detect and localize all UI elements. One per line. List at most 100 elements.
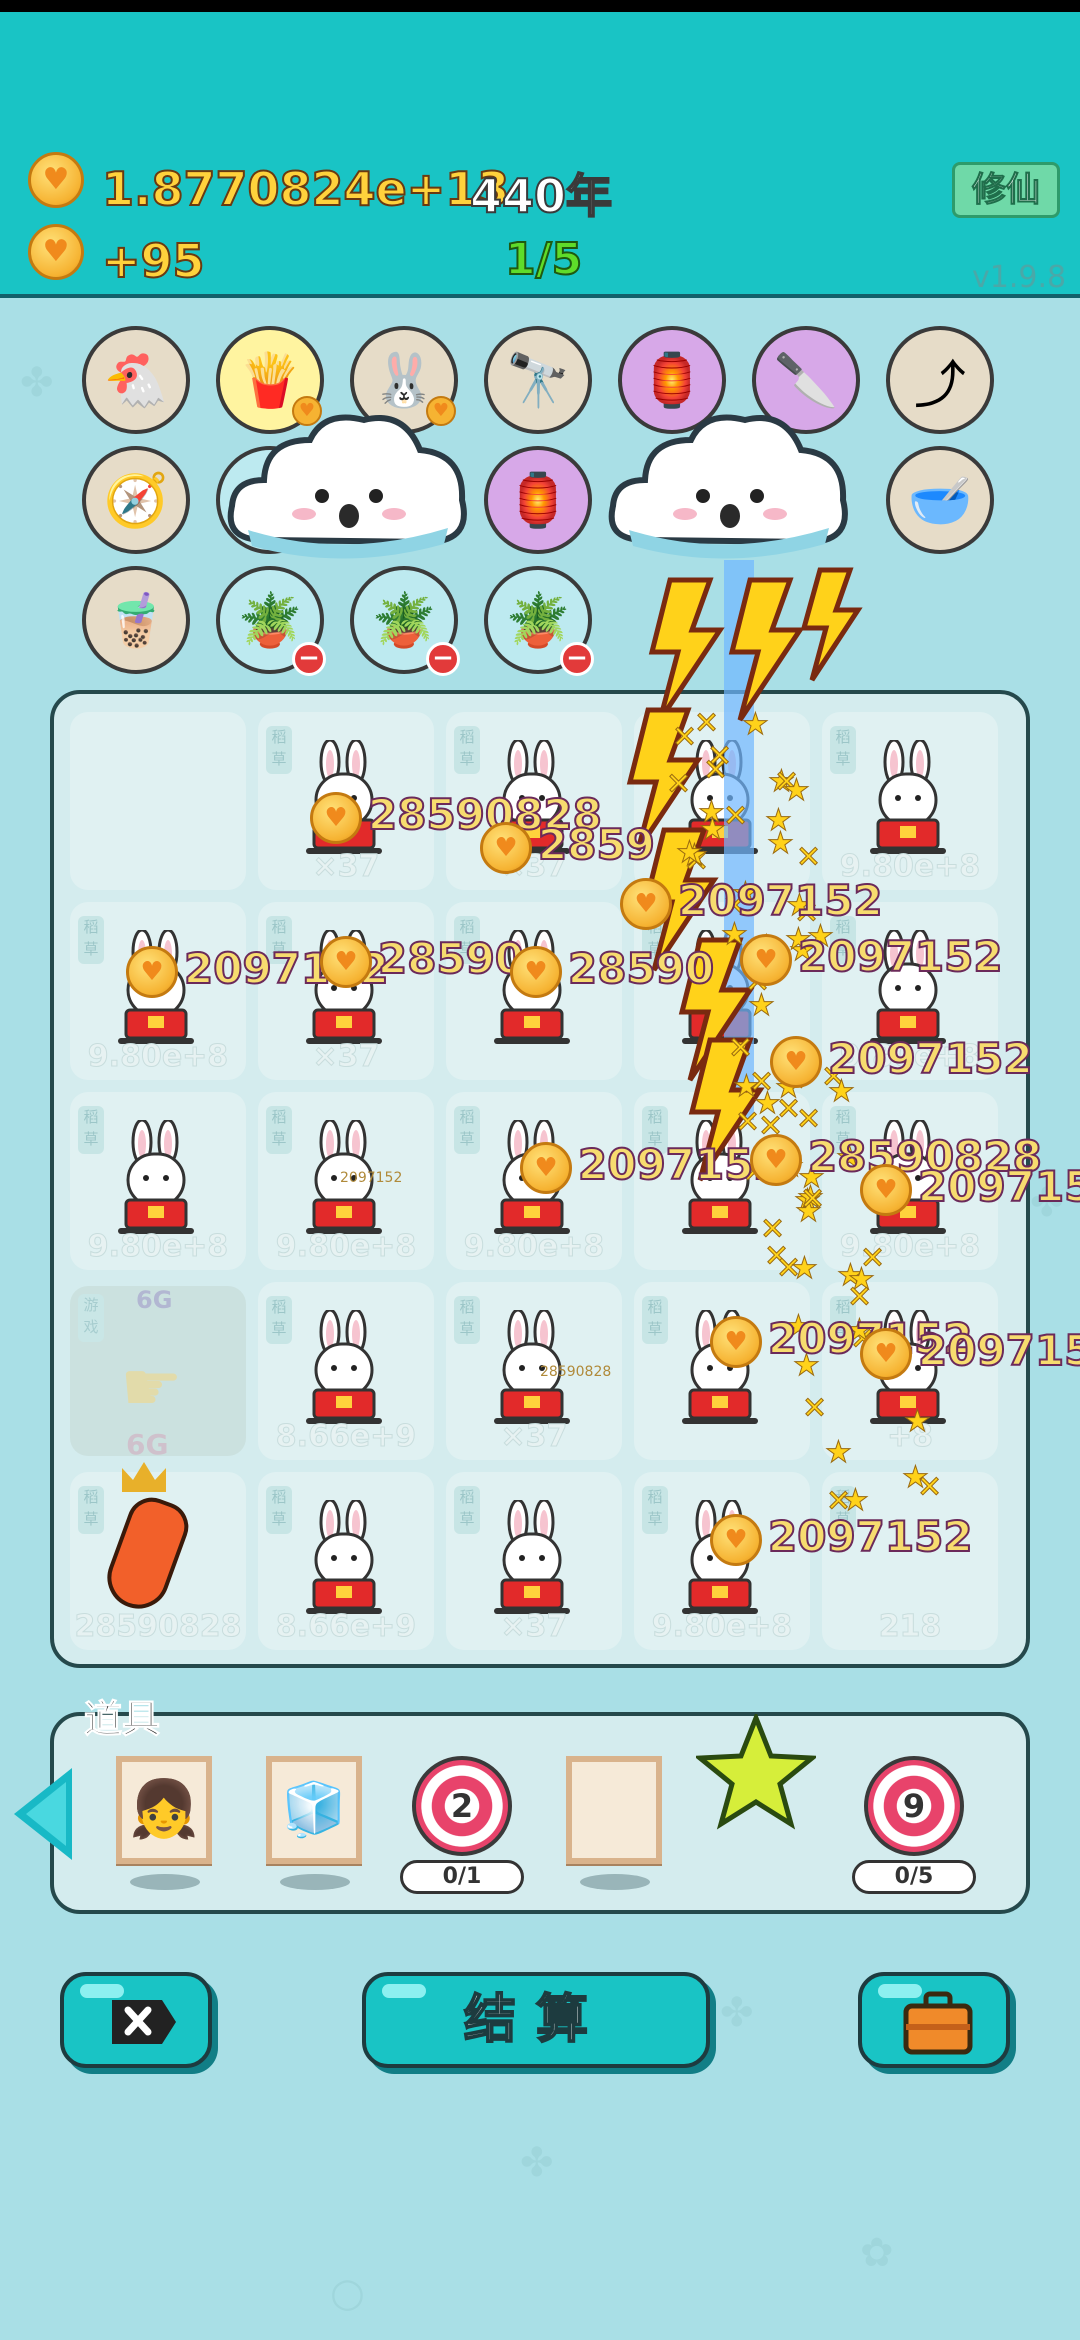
coin-icon: [310, 792, 362, 844]
dog-bowl-icon[interactable]: 🥣: [886, 446, 994, 554]
sparkle-star-icon: ✕: [727, 1031, 754, 1067]
background-decoration: ✿: [860, 2230, 894, 2276]
coin-icon: [480, 822, 532, 874]
coin-icon: [710, 1316, 762, 1368]
left-arrow-icon: [26, 1782, 66, 1846]
coin-icon: [28, 152, 84, 208]
money-total: 1.8770824e+13: [101, 161, 510, 217]
minus-badge-icon: −: [426, 642, 460, 676]
board-cell[interactable]: [70, 712, 246, 890]
reward-number: 2097152: [827, 1033, 1034, 1084]
cell-level-badge: 6G: [136, 1286, 173, 1314]
flower-pot-icon[interactable]: 🪴 −: [350, 566, 460, 676]
coin-icon: [770, 1036, 822, 1088]
bunny-icon: [118, 1120, 194, 1234]
xiuxian-button[interactable]: 修仙: [952, 162, 1060, 218]
sparkle-star-icon: ★: [825, 1435, 853, 1471]
upgrade-arrow-icon[interactable]: ⤴: [886, 326, 994, 434]
fridge-frame-tool[interactable]: 🧊: [266, 1756, 362, 1864]
sparkle-star-icon: ✕: [671, 720, 698, 756]
target-tool[interactable]: 2: [412, 1756, 512, 1856]
fridge-icon: 🧊: [281, 1780, 347, 1840]
cell-tag: 稻草: [266, 1296, 292, 1344]
sparkle-star-icon: ★: [742, 707, 770, 743]
coin-icon: [320, 936, 372, 988]
reward-number: 2859: [537, 819, 656, 870]
cell-tag: 稻草: [454, 726, 480, 774]
cell-tag: 稻草: [78, 1106, 104, 1154]
target-number: 2: [450, 1787, 474, 1825]
cell-value: ×37: [500, 1419, 568, 1455]
binoculars-icon[interactable]: 🔭: [484, 326, 592, 434]
cell-tag: 稻草: [78, 1486, 104, 1534]
reward-number: 28590: [377, 933, 525, 984]
sparkle-star-icon: ✕: [795, 840, 822, 876]
board-cell[interactable]: 稻草 9.80e+8: [70, 1092, 246, 1270]
briefcase-button[interactable]: [858, 1972, 1010, 2068]
sparkle-star-icon: ★: [902, 1460, 930, 1496]
cloud-icon: [227, 414, 467, 559]
cloud-icon: [608, 414, 848, 559]
cell-value: ×37: [312, 849, 380, 885]
target-tool[interactable]: 9: [864, 1756, 964, 1856]
star-icon[interactable]: [696, 1714, 816, 1830]
background-decoration: ✤: [20, 360, 54, 406]
close-button[interactable]: [60, 1972, 212, 2068]
cell-value: 9.80e+8: [87, 1039, 229, 1075]
cell-tag: 稻草: [266, 1486, 292, 1534]
target-number: 9: [902, 1787, 926, 1825]
coin-icon: [740, 934, 792, 986]
status-bar: [0, 0, 1080, 12]
reward-number: 2097152: [677, 875, 884, 926]
flower-pot-icon[interactable]: 🪴 −: [216, 566, 326, 676]
sparkle-star-icon: ★: [733, 1069, 761, 1105]
sparkle-star-icon: ✕: [799, 1182, 826, 1218]
bunny-icon: [306, 1500, 382, 1614]
cell-tag: 稻草: [78, 916, 104, 964]
tools-label: 道具: [83, 1697, 161, 1742]
cell-tag: 稻草: [266, 1106, 292, 1154]
background-decoration: ✤: [720, 1990, 754, 2036]
compass-icon[interactable]: 🧭: [82, 446, 190, 554]
sparkle-star-icon: ★: [791, 1251, 819, 1287]
coin-icon: [860, 1328, 912, 1380]
sparkle-star-icon: ✕: [859, 1241, 886, 1277]
sparkle-star-icon: ✕: [846, 1280, 873, 1316]
sparkle-star-icon: ★: [904, 1404, 932, 1440]
locked-cell: 游戏 6G ☛: [70, 1286, 246, 1456]
cell-tag: 稻草: [454, 1296, 480, 1344]
sparkle-star-icon: ✕: [734, 1105, 761, 1141]
minus-badge-icon: −: [560, 642, 594, 676]
cell-value: ×37: [312, 1039, 380, 1075]
sparkle-star-icon: ★: [676, 835, 704, 871]
board-cell[interactable]: 稻草 8.66e+9: [258, 1282, 434, 1460]
sparkle-star-icon: ★: [765, 803, 793, 839]
cell-tag: 稻草: [266, 726, 292, 774]
board-cell[interactable]: 稻草 8.66e+9: [258, 1472, 434, 1650]
milk-tea-icon[interactable]: 🧋: [82, 566, 190, 674]
bunny-icon: [306, 1310, 382, 1424]
tool-shadow: [130, 1874, 200, 1890]
cell-value: 8.66e+9: [275, 1609, 417, 1645]
reward-number: 2097152: [767, 1511, 974, 1562]
coin-icon: [520, 1142, 572, 1194]
tool-shadow: [280, 1874, 350, 1890]
income-rate: +95: [101, 233, 206, 289]
chicken-egg-icon[interactable]: 🐔: [82, 326, 190, 434]
tool-shadow: [580, 1874, 650, 1890]
sparkle-star-icon: ✕: [665, 767, 692, 803]
small-reward-label: 2097152: [340, 1170, 403, 1186]
coin-icon: [710, 1514, 762, 1566]
cell-value: 9.80e+8: [463, 1229, 605, 1265]
board-cell[interactable]: 稻草 ×37: [446, 1472, 622, 1650]
cell-tag: 稻草: [454, 1486, 480, 1534]
portrait-frame-tool[interactable]: 👧: [116, 1756, 212, 1864]
sparkle-star-icon: ✕: [722, 799, 749, 835]
target-count: 0/5: [852, 1860, 976, 1894]
flower-pot-icon[interactable]: 🪴 −: [484, 566, 594, 676]
sparkle-star-icon: ✕: [693, 706, 720, 742]
years-counter: 440年: [469, 168, 613, 224]
settle-button[interactable]: 结算: [362, 1972, 710, 2068]
talisman-icon[interactable]: 🏮: [484, 446, 592, 554]
empty-frame-tool[interactable]: [566, 1756, 662, 1864]
